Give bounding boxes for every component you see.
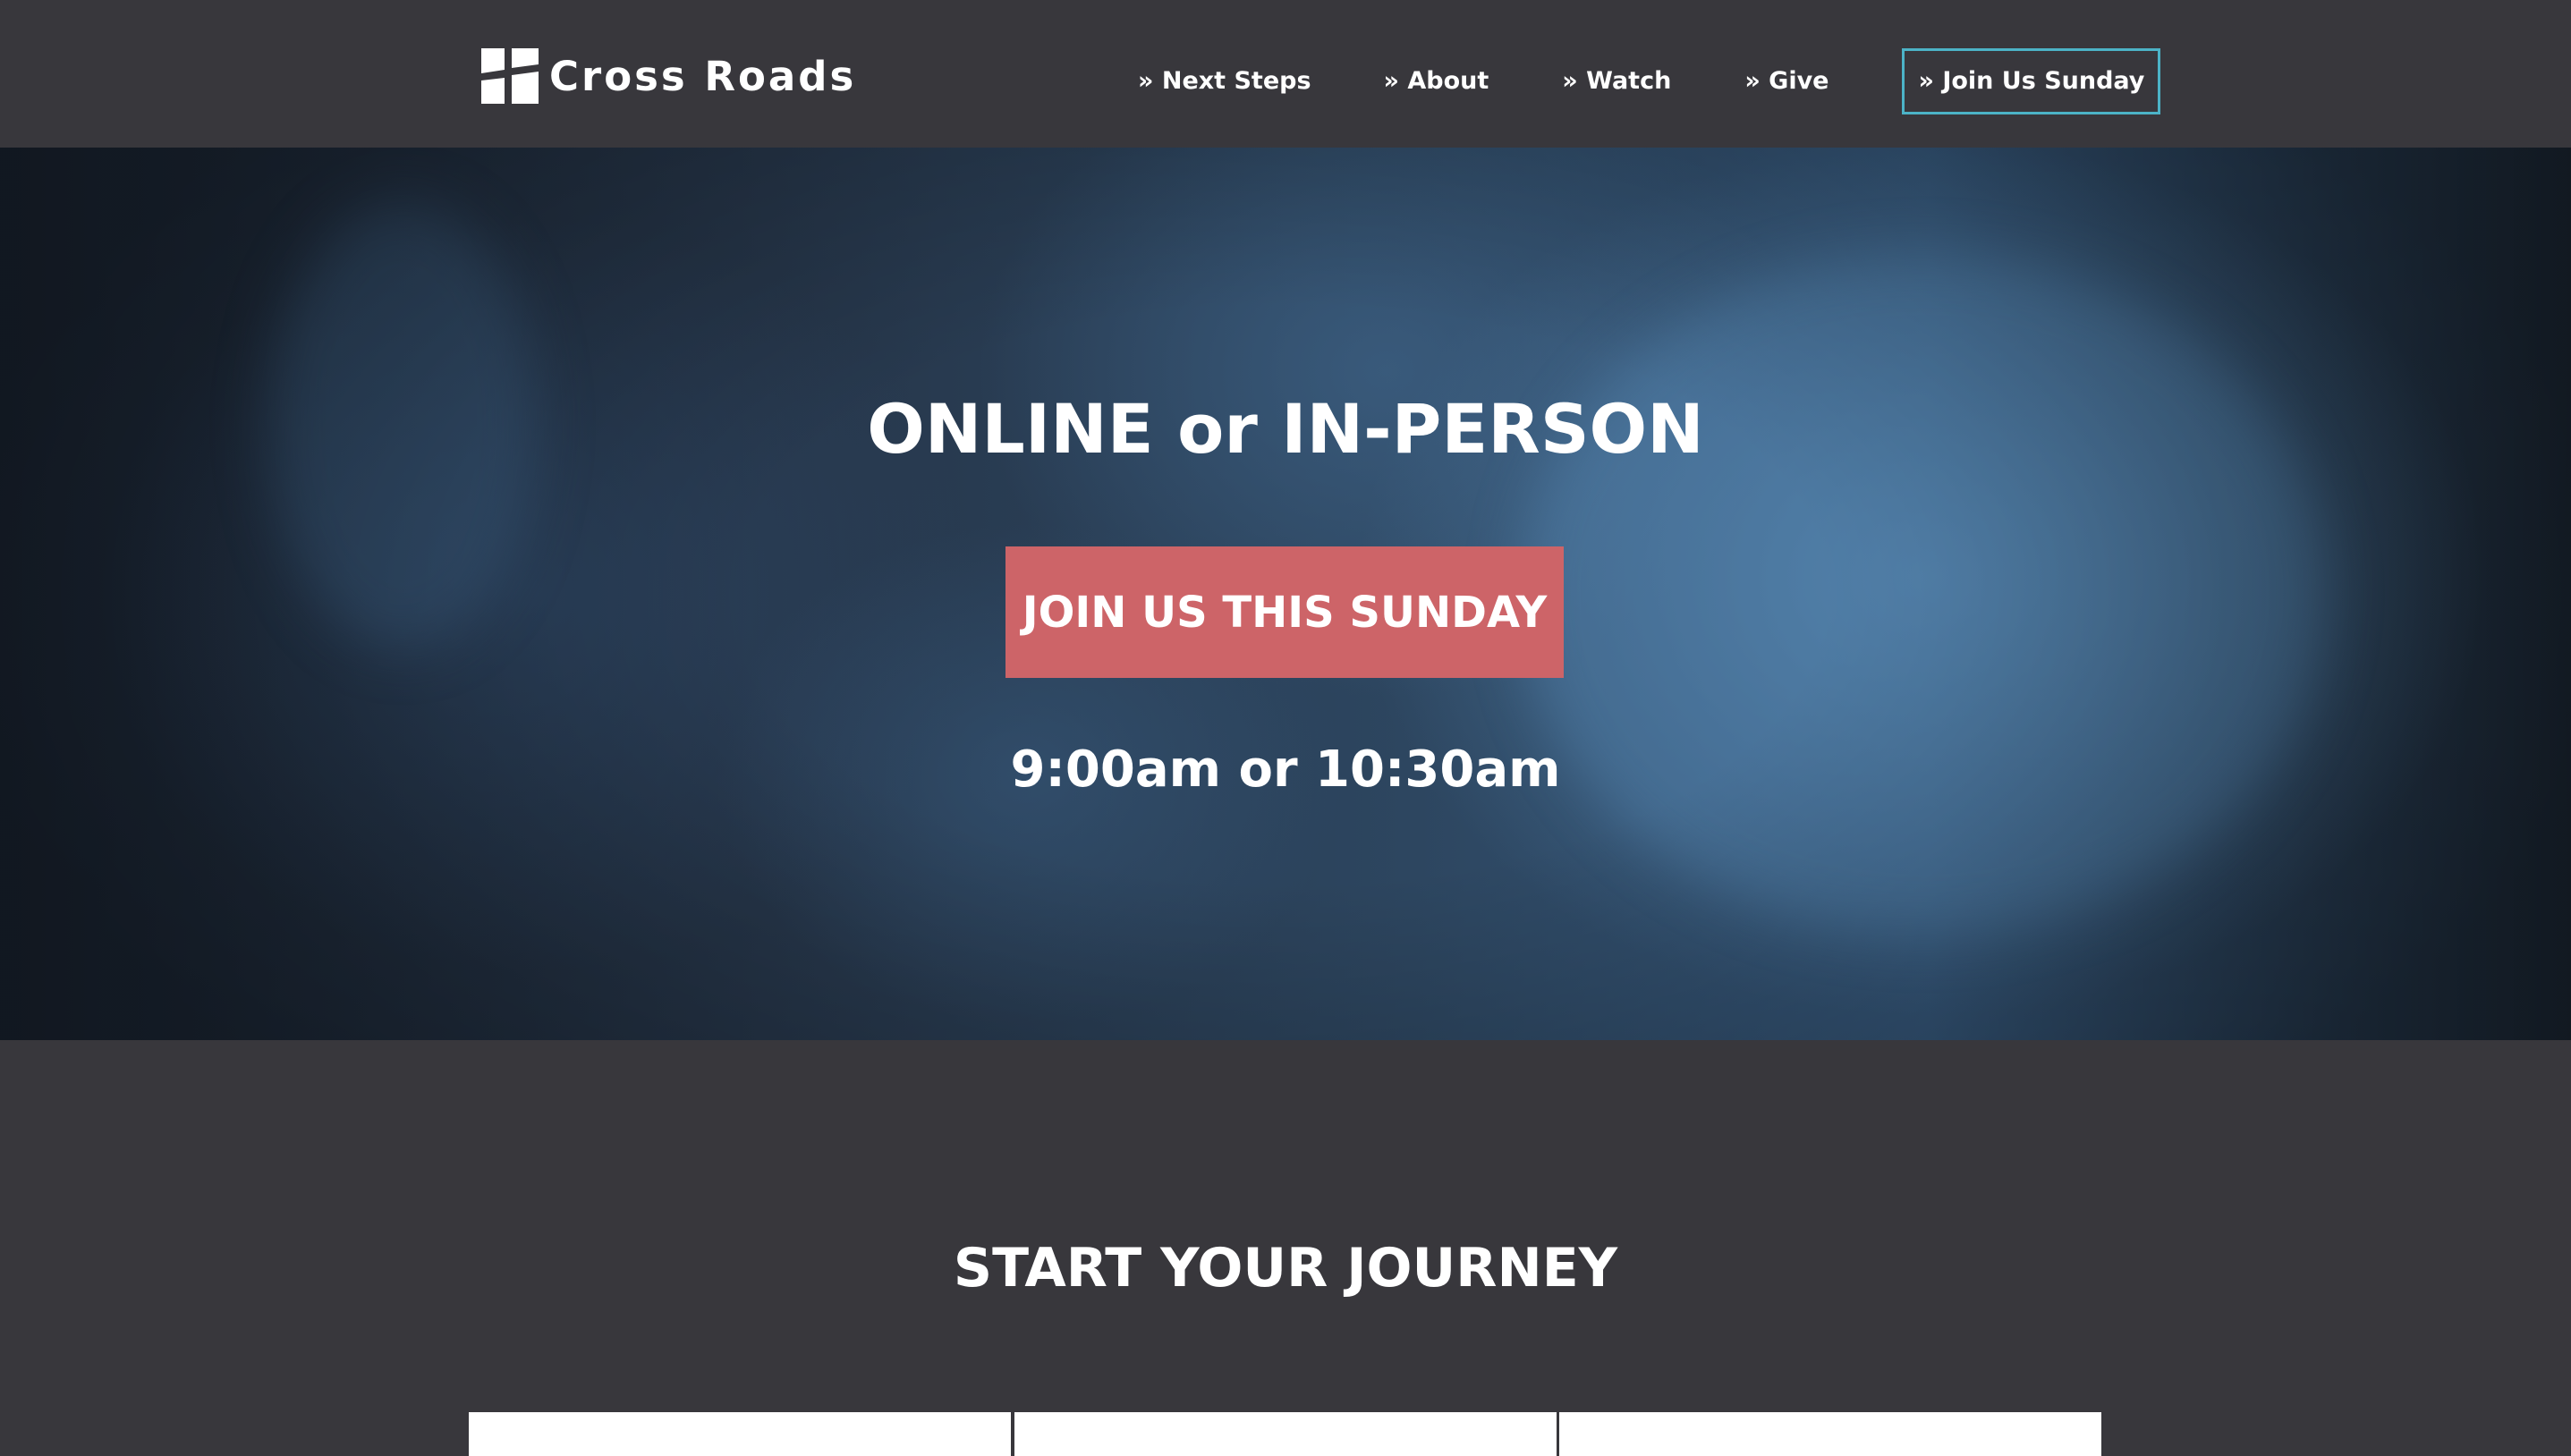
nav-watch[interactable]: » Watch [1562,48,1671,114]
hero-section: ONLINE or IN-PERSON JOIN US THIS SUNDAY … [0,148,2571,1040]
service-times: 9:00am or 10:30am [1010,741,1561,799]
hero-title: ONLINE or IN-PERSON [867,389,1704,469]
join-us-this-sunday-button[interactable]: JOIN US THIS SUNDAY [1005,546,1564,678]
nav-about[interactable]: » About [1384,48,1489,114]
nav-give[interactable]: » Give [1744,48,1829,114]
logo-text: Cross Roads [549,52,857,100]
main-nav: » Next Steps » About » Watch » Give » Jo… [1109,48,2161,114]
site-header: Cross Roads » Next Steps » About » Watch… [0,0,2571,148]
logo-link[interactable]: Cross Roads [481,48,856,104]
nav-join-us-sunday-button[interactable]: » Join Us Sunday [1902,48,2161,114]
cross-roads-logo-icon [481,48,539,104]
journey-title: START YOUR JOURNEY [953,1237,1618,1299]
journey-card[interactable] [469,1412,1011,1456]
journey-card[interactable] [1014,1412,1557,1456]
nav-next-steps[interactable]: » Next Steps [1138,48,1311,114]
journey-card[interactable] [1559,1412,2101,1456]
